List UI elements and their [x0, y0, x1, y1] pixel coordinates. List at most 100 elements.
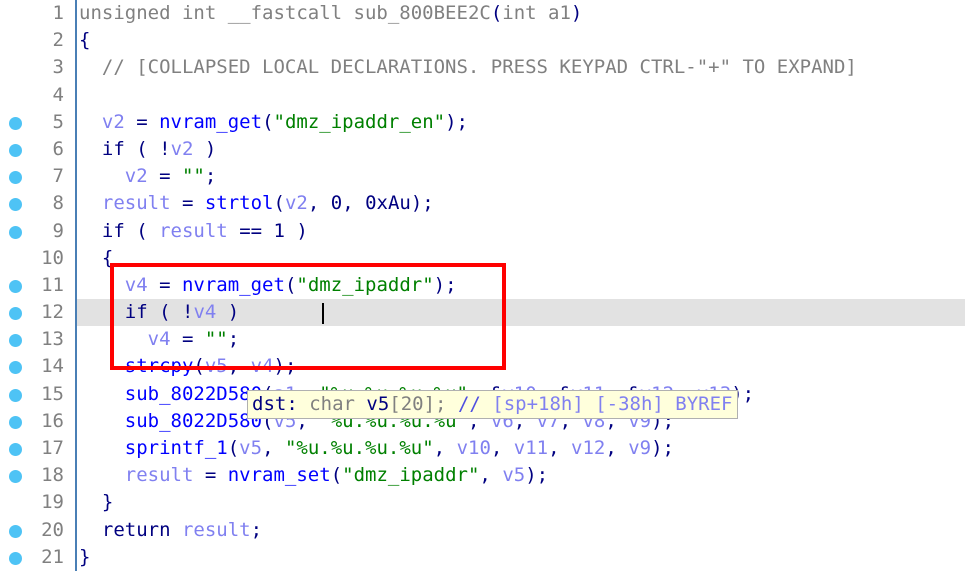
- line-number: 3: [52, 56, 64, 79]
- code-token: if: [124, 301, 148, 324]
- gutter-separator: [75, 217, 77, 245]
- code-token: sub_8022D580: [124, 382, 263, 405]
- gutter-separator: [75, 271, 77, 300]
- code-line[interactable]: 10 {: [0, 244, 965, 272]
- code-token: =: [170, 192, 205, 215]
- text-caret: [322, 303, 324, 325]
- code-token: );: [525, 464, 549, 487]
- tooltip-array-size: [20];: [389, 393, 447, 415]
- code-line[interactable]: 5 v2 = nvram_get("dmz_ipaddr_en");: [0, 108, 965, 136]
- code-line[interactable]: 1 unsigned int __fastcall sub_800BEE2C(in…: [0, 0, 965, 28]
- code-line-text: unsigned int __fastcall sub_800BEE2C(int…: [79, 0, 582, 27]
- code-line-text: // [COLLAPSED LOCAL DECLARATIONS. PRESS …: [79, 54, 857, 81]
- code-token: 0xAu: [365, 192, 411, 215]
- code-token: v12: [571, 437, 606, 459]
- code-token: ,: [490, 437, 514, 459]
- code-line[interactable]: 4: [0, 81, 965, 109]
- code-token: "dmz_ipaddr": [342, 464, 480, 487]
- code-line[interactable]: 20 return result;: [0, 516, 965, 544]
- code-token: nvram_get: [181, 273, 285, 296]
- line-number: 12: [41, 301, 64, 324]
- code-line[interactable]: 2{: [0, 27, 965, 55]
- gutter-separator: [75, 326, 77, 354]
- code-line-text: result = strtol(v2, 0, 0xAu);: [79, 190, 434, 217]
- code-token: // [COLLAPSED LOCAL DECLARATIONS. PRESS …: [79, 56, 857, 79]
- code-token: ,: [433, 437, 457, 459]
- code-token: );: [433, 273, 457, 296]
- code-line-text: result = nvram_set("dmz_ipaddr", v5);: [79, 462, 548, 489]
- code-token: "": [181, 165, 205, 188]
- code-token: =: [193, 464, 228, 487]
- line-number: 13: [41, 328, 64, 351]
- code-token: ,: [342, 192, 366, 215]
- code-token: );: [445, 110, 468, 133]
- code-token: "dmz_ipaddr_en": [273, 110, 446, 133]
- line-number: 15: [41, 382, 64, 405]
- code-token: !: [181, 301, 194, 324]
- code-area[interactable]: 1 unsigned int __fastcall sub_800BEE2C(in…: [0, 0, 965, 571]
- code-line-text: strcpy(v5, v4);: [79, 353, 297, 380]
- code-token: (: [227, 437, 240, 459]
- code-token: ==: [227, 219, 274, 242]
- code-token: (: [262, 110, 274, 133]
- code-line[interactable]: 7 v2 = "";: [0, 163, 965, 191]
- code-line[interactable]: 19 }: [0, 489, 965, 517]
- code-token: v4: [124, 273, 148, 296]
- gutter-separator: [75, 489, 77, 517]
- code-line-text: if ( result == 1 ): [79, 218, 308, 245]
- code-line-text: v4 = "";: [79, 326, 240, 353]
- code-token: v9: [628, 437, 652, 459]
- code-line[interactable]: 13 v4 = "";: [0, 326, 965, 354]
- gutter-separator: [75, 244, 77, 272]
- code-token: }: [79, 545, 91, 568]
- code-line[interactable]: 3 // [COLLAPSED LOCAL DECLARATIONS. PRES…: [0, 54, 965, 82]
- code-token: );: [651, 437, 674, 459]
- code-token: strcpy: [124, 355, 194, 378]
- code-line[interactable]: 11 v4 = nvram_get("dmz_ipaddr");: [0, 271, 965, 300]
- code-line[interactable]: 12 if ( !v4 ): [0, 299, 965, 327]
- code-token: v11: [513, 437, 549, 459]
- code-lines[interactable]: 1 unsigned int __fastcall sub_800BEE2C(in…: [0, 0, 965, 571]
- tooltip-comment-slash: //: [446, 393, 481, 415]
- tooltip-variable: v5: [366, 393, 390, 415]
- code-token: result: [181, 518, 251, 541]
- code-line[interactable]: 18 result = nvram_set("dmz_ipaddr", v5);: [0, 462, 965, 490]
- code-line[interactable]: 8 result = strtol(v2, 0, 0xAu);: [0, 190, 965, 218]
- code-token: ): [193, 137, 217, 160]
- gutter-separator: [75, 54, 77, 82]
- code-line-text: v2 = "";: [79, 163, 217, 190]
- line-number: 16: [41, 409, 64, 432]
- line-number: 14: [41, 355, 64, 378]
- code-token: v2: [124, 165, 148, 188]
- code-line-text: v2 = nvram_get("dmz_ipaddr_en");: [79, 109, 468, 136]
- code-token: ,: [262, 437, 285, 459]
- tooltip-comment: [sp+18h] [-38h] BYREF: [480, 393, 733, 415]
- code-token: (: [193, 355, 205, 378]
- line-number: 8: [52, 192, 64, 215]
- code-token: v4: [147, 328, 171, 351]
- code-token: v4: [193, 301, 217, 324]
- gutter-separator: [75, 516, 77, 544]
- code-line[interactable]: 14 strcpy(v5, v4);: [0, 353, 965, 381]
- line-number: 17: [41, 437, 64, 459]
- gutter-separator: [75, 81, 77, 109]
- code-token: v2: [284, 192, 308, 215]
- gutter-separator: [75, 462, 77, 490]
- code-line[interactable]: 9 if ( result == 1 ): [0, 217, 965, 245]
- code-line[interactable]: 17 sprintf_1(v5, "%u.%u.%u.%u", v10, v11…: [0, 435, 965, 463]
- code-token: nvram_get: [159, 110, 263, 133]
- code-token: result: [159, 219, 228, 242]
- code-token: sprintf_1: [124, 437, 228, 459]
- code-token: =: [147, 165, 182, 188]
- code-token: (: [147, 301, 182, 324]
- code-line[interactable]: 6 if ( !v2 ): [0, 135, 965, 164]
- code-line[interactable]: 21}: [0, 543, 965, 571]
- gutter-separator: [75, 190, 77, 218]
- gutter-separator: [75, 435, 77, 463]
- code-token: ;: [204, 165, 217, 188]
